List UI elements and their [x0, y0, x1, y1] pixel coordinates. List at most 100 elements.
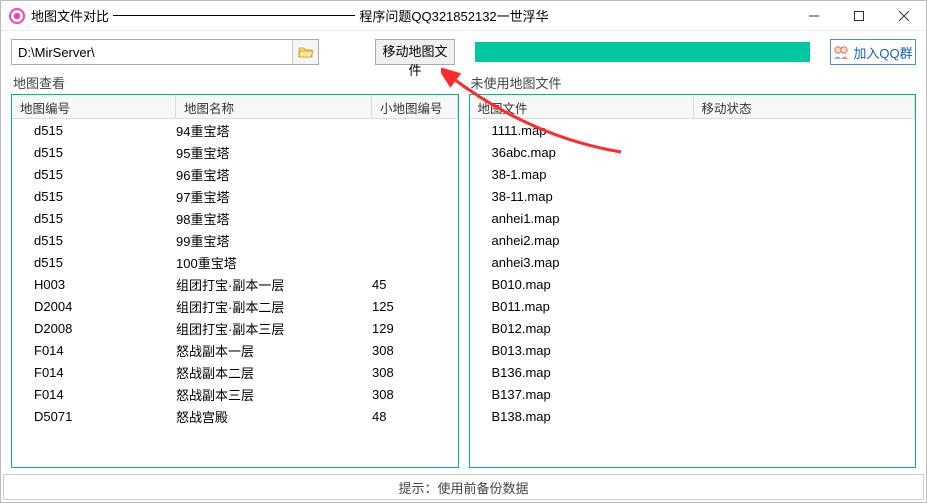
table-row[interactable]: d51594重宝塔 [12, 119, 458, 141]
maximize-button[interactable] [836, 1, 881, 30]
cell-minimap-id: 308 [372, 343, 458, 358]
cell-minimap-id: 308 [372, 387, 458, 402]
table-row[interactable]: d51597重宝塔 [12, 185, 458, 207]
table-row[interactable]: d51595重宝塔 [12, 141, 458, 163]
cell-file-name: B012.map [470, 321, 694, 336]
cell-map-id: F014 [12, 387, 176, 402]
cell-map-id: d515 [12, 255, 176, 270]
right-panel-title: 未使用地图文件 [471, 73, 917, 92]
table-row[interactable]: d51599重宝塔 [12, 229, 458, 251]
cell-map-name: 怒战副本二层 [176, 363, 372, 382]
cell-map-name: 96重宝塔 [176, 165, 372, 184]
cell-map-id: d515 [12, 233, 176, 248]
move-files-button[interactable]: 移动地图文件 [375, 39, 455, 65]
left-list-body[interactable]: d51594重宝塔d51595重宝塔d51596重宝塔d51597重宝塔d515… [12, 119, 458, 467]
progress-bar [475, 42, 810, 62]
cell-map-id: d515 [12, 189, 176, 204]
cell-file-name: anhei2.map [470, 233, 694, 248]
footer-hint: 提示：使用前备份数据 [3, 474, 924, 500]
list-item[interactable]: B138.map [470, 405, 916, 427]
cell-file-name: 1111.map [470, 123, 694, 138]
list-item[interactable]: anhei1.map [470, 207, 916, 229]
left-header-col3[interactable]: 小地图编号 [372, 95, 458, 118]
cell-map-id: d515 [12, 123, 176, 138]
cell-minimap-id: 129 [372, 321, 458, 336]
cell-map-name: 组团打宝·副本三层 [176, 319, 372, 338]
maximize-icon [854, 11, 864, 21]
cell-file-name: 38-1.map [470, 167, 694, 182]
table-row[interactable]: d51596重宝塔 [12, 163, 458, 185]
table-row[interactable]: F014怒战副本一层308 [12, 339, 458, 361]
close-icon [899, 11, 909, 21]
table-row[interactable]: F014怒战副本三层308 [12, 383, 458, 405]
cell-map-name: 组团打宝·副本一层 [176, 275, 372, 294]
table-row[interactable]: D5071怒战宫殿48 [12, 405, 458, 427]
cell-map-id: d515 [12, 145, 176, 160]
table-row[interactable]: F014怒战副本二层308 [12, 361, 458, 383]
cell-map-name: 98重宝塔 [176, 209, 372, 228]
title-separator [113, 15, 355, 16]
list-item[interactable]: B136.map [470, 361, 916, 383]
right-list-header: 地图文件 移动状态 [470, 95, 916, 119]
list-item[interactable]: B013.map [470, 339, 916, 361]
table-row[interactable]: d51598重宝塔 [12, 207, 458, 229]
table-row[interactable]: D2004组团打宝·副本二层125 [12, 295, 458, 317]
cell-map-id: D2004 [12, 299, 176, 314]
browse-button[interactable] [292, 40, 318, 64]
cell-file-name: B010.map [470, 277, 694, 292]
cell-file-name: B136.map [470, 365, 694, 380]
cell-file-name: anhei3.map [470, 255, 694, 270]
cell-minimap-id: 45 [372, 277, 458, 292]
cell-map-name: 95重宝塔 [176, 143, 372, 162]
list-item[interactable]: 1111.map [470, 119, 916, 141]
cell-map-name: 99重宝塔 [176, 231, 372, 250]
cell-map-id: D2008 [12, 321, 176, 336]
qq-group-icon [833, 44, 849, 60]
join-qq-button[interactable]: 加入QQ群 [830, 39, 916, 65]
table-row[interactable]: d515100重宝塔 [12, 251, 458, 273]
cell-map-name: 100重宝塔 [176, 253, 372, 272]
close-button[interactable] [881, 1, 926, 30]
cell-map-name: 组团打宝·副本二层 [176, 297, 372, 316]
list-item[interactable]: anhei3.map [470, 251, 916, 273]
cell-minimap-id: 125 [372, 299, 458, 314]
cell-file-name: 38-11.map [470, 189, 694, 204]
folder-open-icon [298, 45, 314, 59]
left-listbox: 地图编号 地图名称 小地图编号 d51594重宝塔d51595重宝塔d51596… [11, 94, 459, 468]
list-item[interactable]: B010.map [470, 273, 916, 295]
cell-map-name: 怒战副本一层 [176, 341, 372, 360]
cell-file-name: B013.map [470, 343, 694, 358]
table-row[interactable]: D2008组团打宝·副本三层129 [12, 317, 458, 339]
app-icon [9, 8, 25, 24]
left-header-col1[interactable]: 地图编号 [12, 95, 176, 118]
list-item[interactable]: 38-11.map [470, 185, 916, 207]
list-item[interactable]: 36abc.map [470, 141, 916, 163]
list-item[interactable]: 38-1.map [470, 163, 916, 185]
right-list-body[interactable]: 1111.map 36abc.map 38-1.map 38-11.map anhei1… [470, 119, 916, 467]
join-qq-label: 加入QQ群 [853, 43, 912, 62]
cell-map-id: F014 [12, 365, 176, 380]
window-subtitle: 程序问题QQ321852132一世浮华 [359, 6, 548, 25]
right-header-col2[interactable]: 移动状态 [694, 95, 916, 118]
cell-minimap-id: 308 [372, 365, 458, 380]
list-item[interactable]: B137.map [470, 383, 916, 405]
minimize-button[interactable] [791, 1, 836, 30]
list-item[interactable]: B012.map [470, 317, 916, 339]
right-listbox: 地图文件 移动状态 1111.map 36abc.map 38-1.map 38-11… [469, 94, 917, 468]
cell-file-name: B137.map [470, 387, 694, 402]
cell-map-name: 94重宝塔 [176, 121, 372, 140]
right-header-col1[interactable]: 地图文件 [470, 95, 694, 118]
table-row[interactable]: H003组团打宝·副本一层45 [12, 273, 458, 295]
window-title: 地图文件对比 [31, 6, 109, 25]
cell-file-name: 36abc.map [470, 145, 694, 160]
list-item[interactable]: anhei2.map [470, 229, 916, 251]
list-item[interactable]: B011.map [470, 295, 916, 317]
cell-file-name: B011.map [470, 299, 694, 314]
titlebar: 地图文件对比 程序问题QQ321852132一世浮华 [1, 1, 926, 31]
cell-map-id: D5071 [12, 409, 176, 424]
left-list-header: 地图编号 地图名称 小地图编号 [12, 95, 458, 119]
path-field-wrap [11, 39, 319, 65]
left-header-col2[interactable]: 地图名称 [176, 95, 372, 118]
path-input[interactable] [12, 45, 292, 60]
cell-map-id: H003 [12, 277, 176, 292]
